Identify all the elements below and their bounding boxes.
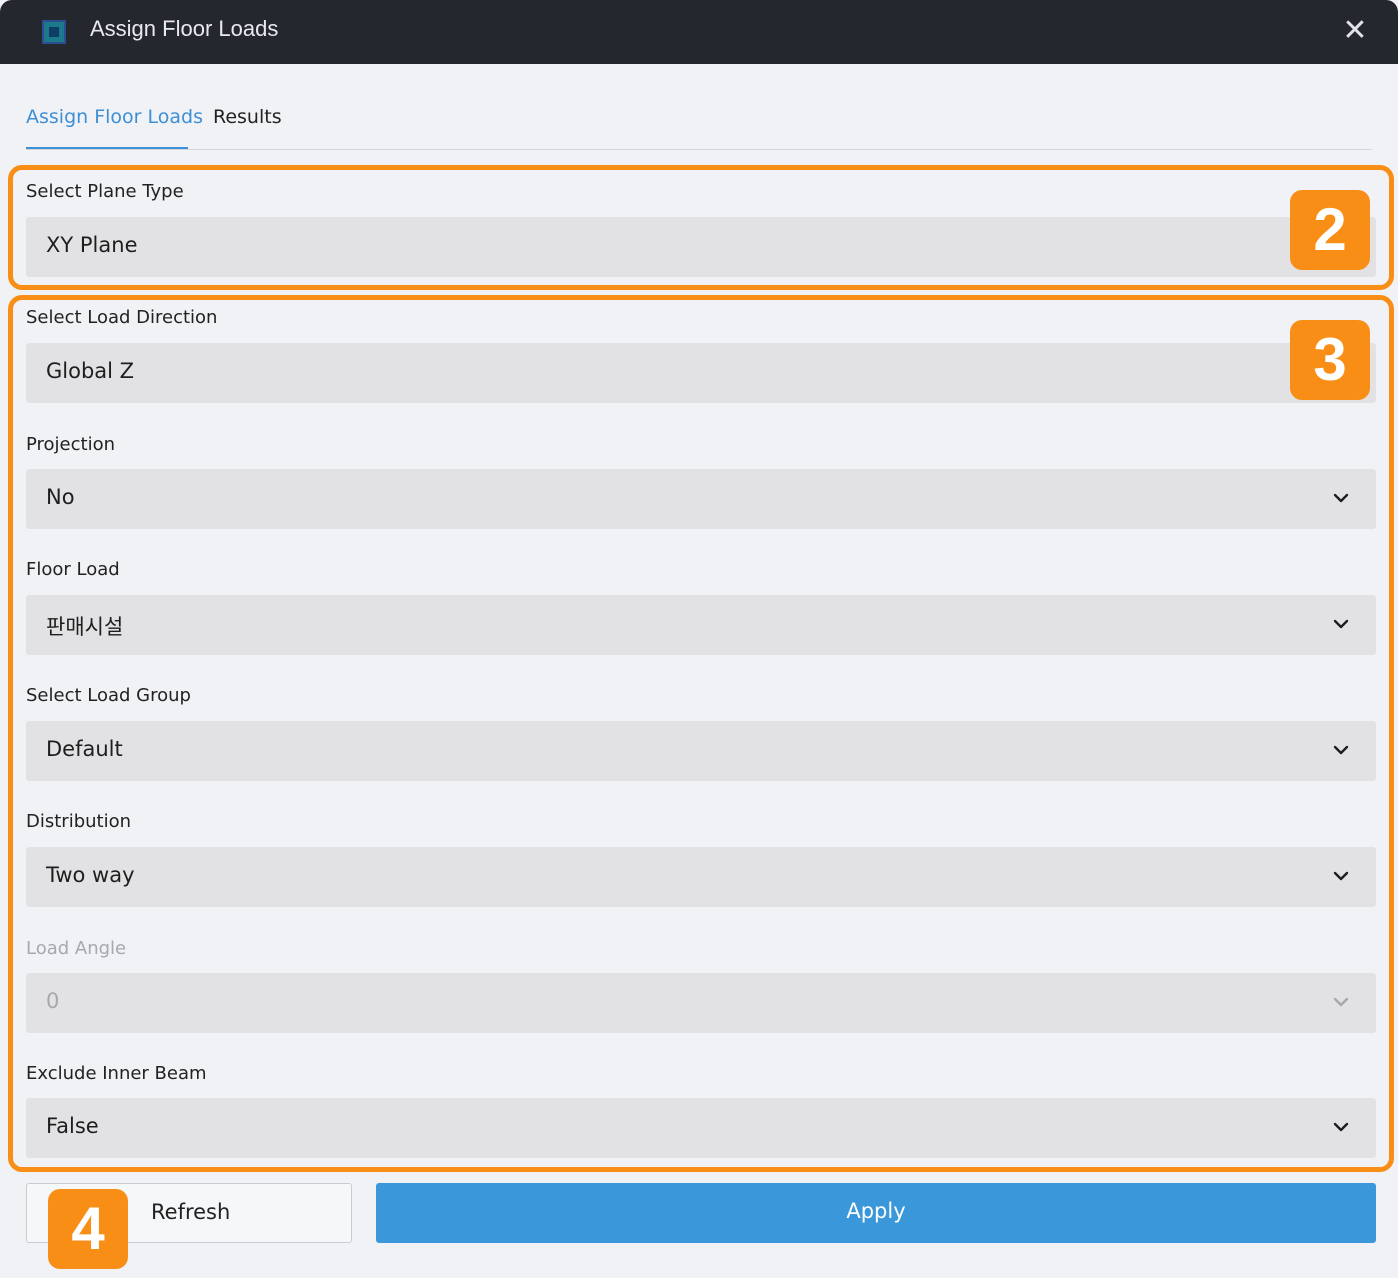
active-tab-indicator: [26, 147, 188, 149]
step-badge-3: 3: [1290, 320, 1370, 400]
title-bar: Assign Floor Loads ✕: [0, 0, 1398, 64]
apply-label: Apply: [846, 1199, 906, 1223]
highlight-box-3: [8, 295, 1394, 1172]
step-badge-4: 4: [48, 1189, 128, 1269]
highlight-box-2: [8, 165, 1394, 290]
tab-bar: Assign Floor Loads Results: [26, 100, 1372, 150]
close-icon[interactable]: ✕: [1338, 14, 1372, 48]
tab-assign-floor-loads[interactable]: Assign Floor Loads: [26, 106, 203, 128]
refresh-label: Refresh: [151, 1200, 231, 1224]
window-title: Assign Floor Loads: [90, 16, 279, 41]
apply-button[interactable]: Apply: [376, 1183, 1376, 1243]
tab-results[interactable]: Results: [213, 106, 282, 128]
app-icon: [42, 20, 66, 44]
step-badge-2: 2: [1290, 190, 1370, 270]
